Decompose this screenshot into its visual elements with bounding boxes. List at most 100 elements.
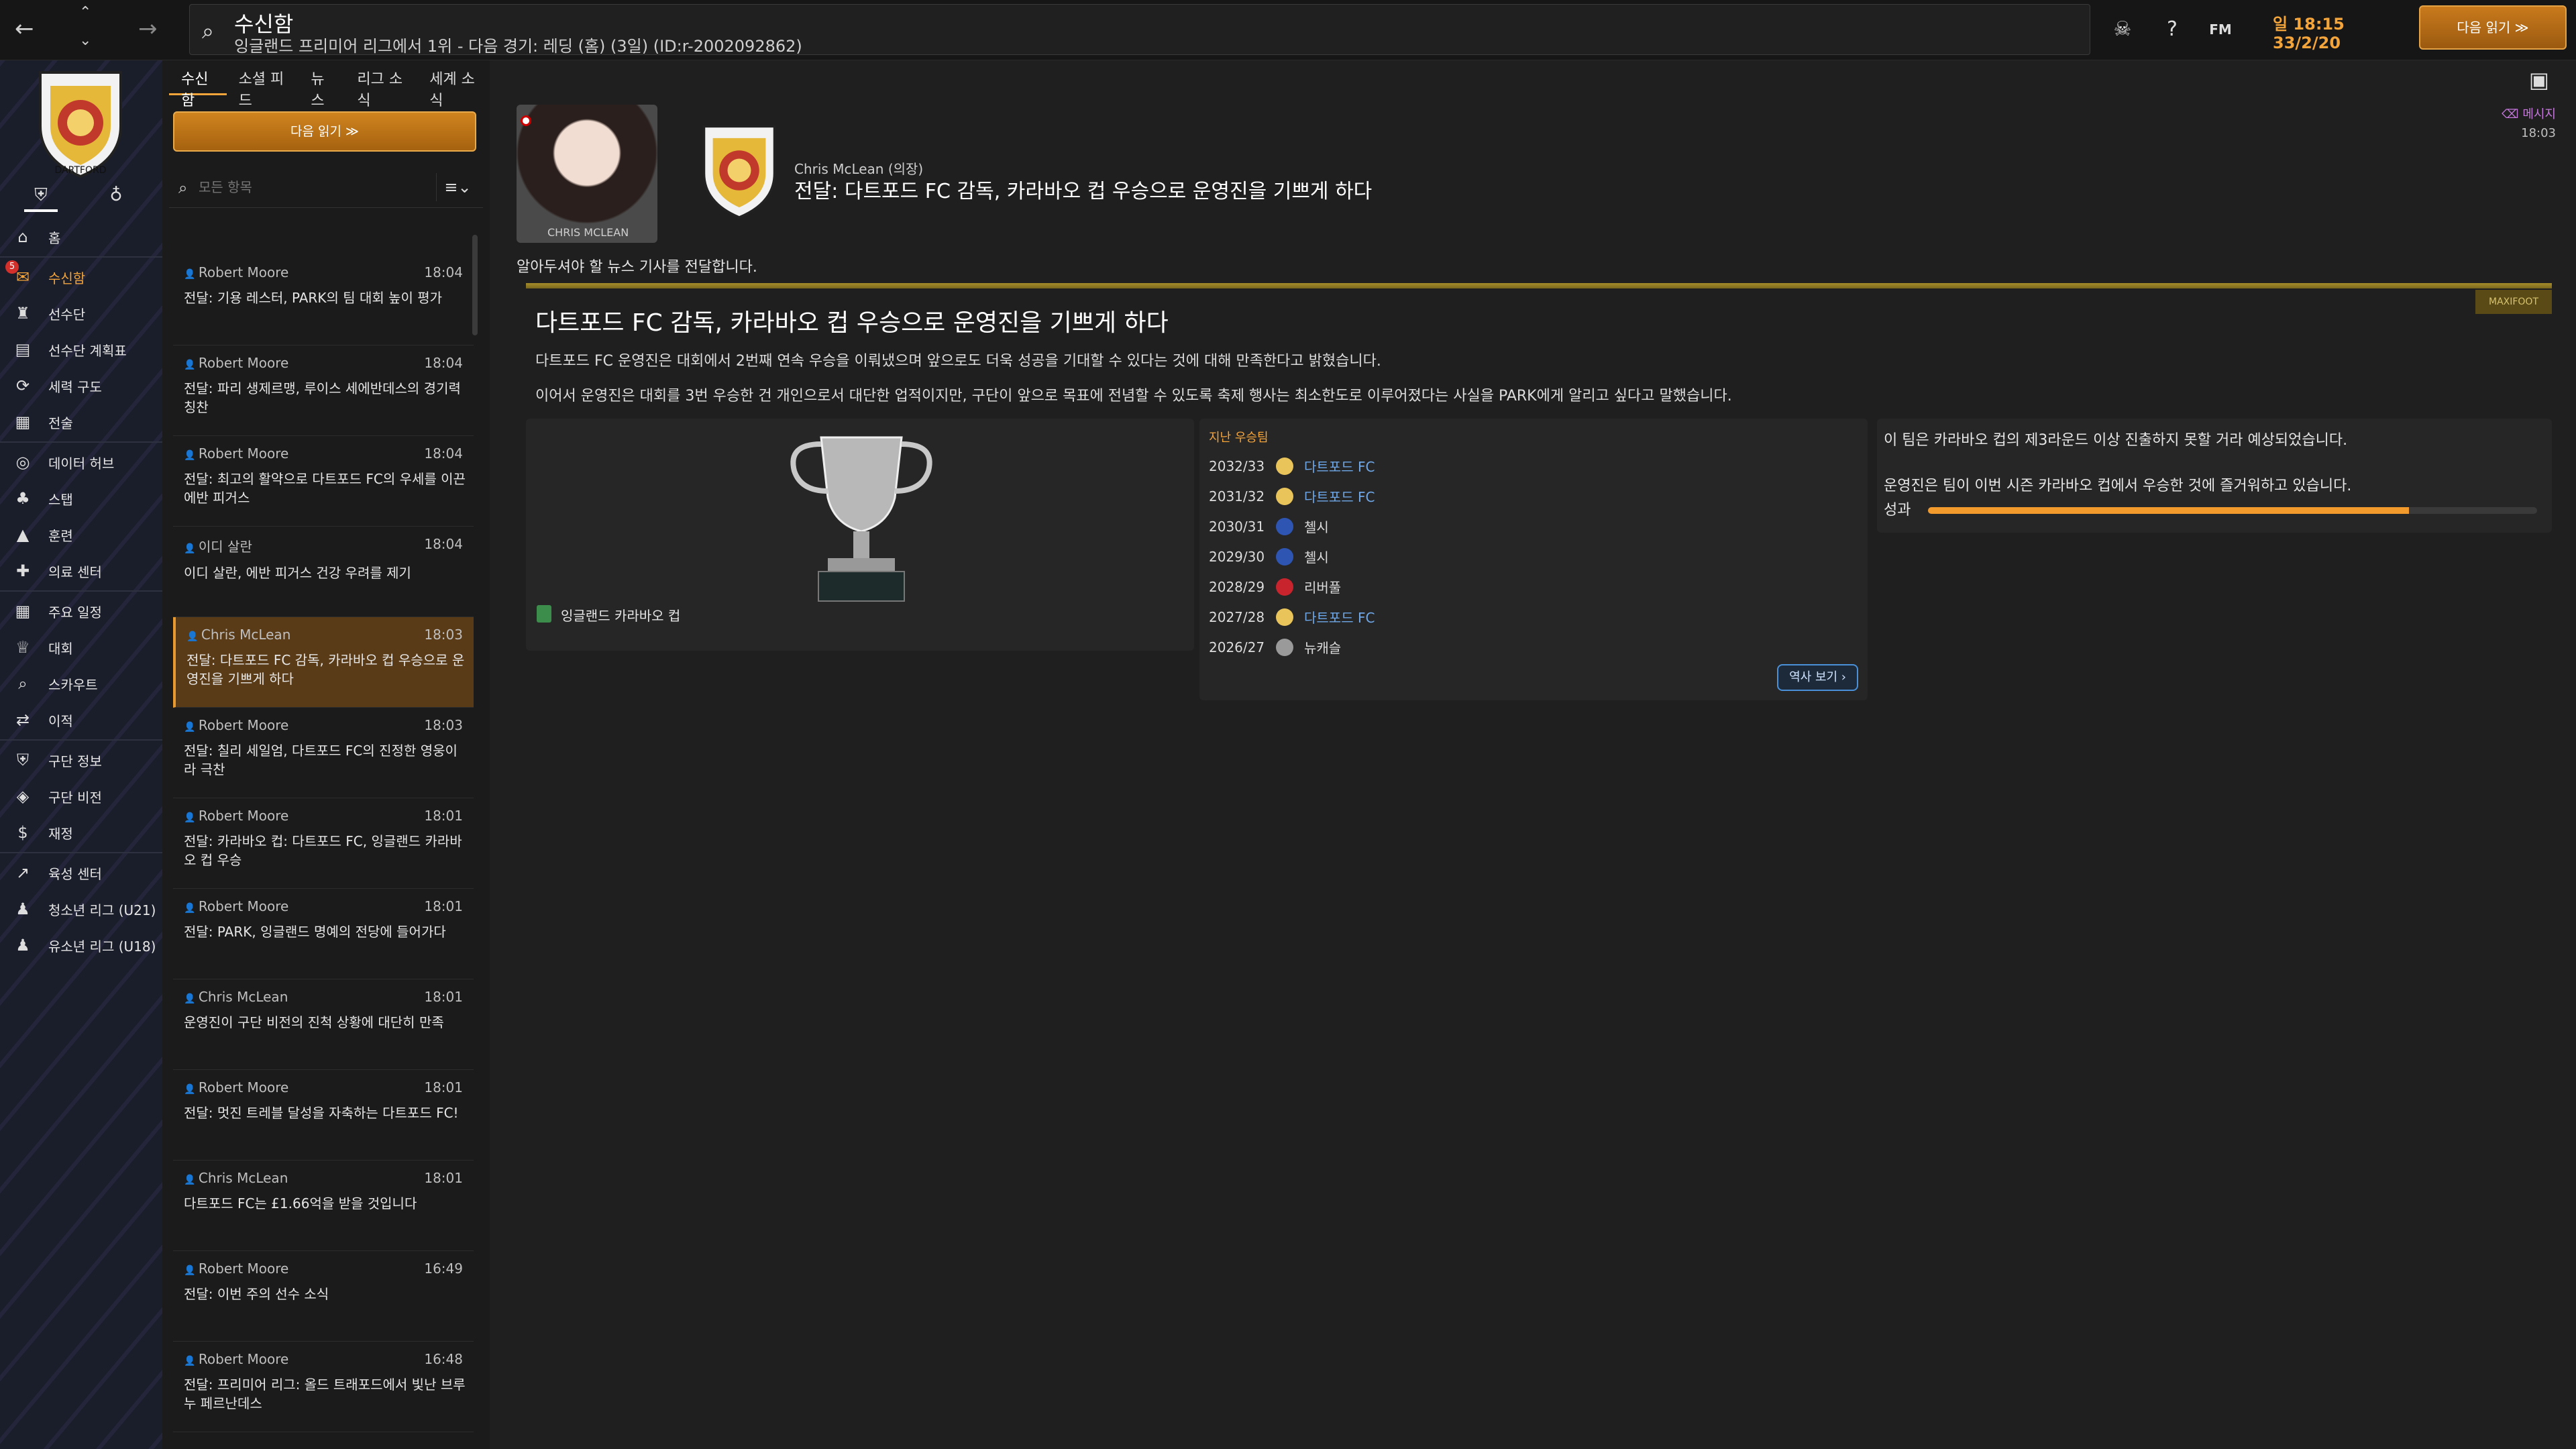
winner-club[interactable]: 다트포드 FC <box>1304 607 1375 627</box>
message-item[interactable]: Robert Moore18:01 전달: 카라바오 컵: 다트포드 FC, 잉글… <box>173 798 474 889</box>
sender-photo[interactable]: CHRIS MCLEAN <box>517 105 657 243</box>
winner-row: 2031/32 다트포드 FC <box>1209 481 1853 511</box>
message-item[interactable]: Robert Moore18:03 전달: 칠리 세일엄, 다트포드 FC의 진정… <box>173 708 474 798</box>
sidebar-tabs: ⛨ ♁ <box>0 181 162 217</box>
sidebar-item-data-hub[interactable]: ◎ 데이터 허브 <box>0 444 162 480</box>
tab-4[interactable]: 세계 소식 <box>417 60 490 109</box>
cup-name[interactable]: 잉글랜드 카라바오 컵 <box>561 605 680 625</box>
message-from: Robert Moore <box>184 808 466 824</box>
performance-label: 성과 <box>1884 502 1911 519</box>
scouting-icon: ⌕ <box>18 674 28 693</box>
message-item[interactable]: Robert Moore18:04 전달: 파리 생제르맹, 루이스 세에반데스의… <box>173 345 474 436</box>
sidebar-item-label: 홈 <box>48 229 61 246</box>
board-text: 운영진은 팀이 이번 시즌 카라바오 컵에서 우승한 것에 즐거워하고 있습니다… <box>1884 478 2352 494</box>
sidebar-item-u21[interactable]: ♟ 청소년 리그 (U21) <box>0 891 162 927</box>
message-item[interactable]: Chris McLean18:01 운영진이 구단 비전의 진척 상황에 대단히 … <box>173 979 474 1070</box>
sidebar-item-development[interactable]: ↗ 육성 센터 <box>0 855 162 891</box>
fm-menu-button[interactable]: FM <box>2206 15 2235 44</box>
continue-list-button[interactable]: 다음 읽기 ≫ <box>173 111 476 152</box>
message-item[interactable]: Robert Moore16:49 전달: 이번 주의 선수 소식 <box>173 1251 474 1342</box>
message-item[interactable]: Chris McLean18:03전달: 다트포드 FC 감독, 카라바오 컵 … <box>173 617 474 708</box>
sidebar-item-label: 선수단 계획표 <box>48 342 127 359</box>
sidebar-item-home[interactable]: ⌂ 홈 <box>0 219 162 255</box>
article-paragraph-1: 다트포드 FC 운영진은 대회에서 2번째 연속 우승을 이뤄냈으며 앞으로도 … <box>535 353 1381 370</box>
message-item[interactable]: Robert Moore18:01 전달: PARK, 잉글랜드 명예의 전당에 … <box>173 889 474 979</box>
message-time: 18:01 <box>424 808 463 824</box>
sidebar-item-scouting[interactable]: ⌕ 스카우트 <box>0 665 162 702</box>
tab-2[interactable]: 뉴스 <box>299 60 345 109</box>
development-icon: ↗ <box>15 863 30 882</box>
message-subject: 이디 살란, 에반 피거스 건강 우려를 제기 <box>184 565 411 581</box>
skull-icon[interactable]: ☠ <box>2108 15 2137 44</box>
winner-row: 2027/28 다트포드 FC <box>1209 602 1853 632</box>
club-crest[interactable]: DARTFORD <box>27 66 134 180</box>
winner-season: 2031/32 <box>1209 488 1265 504</box>
message-item[interactable]: Robert Moore18:04 전달: 기용 레스터, PARK의 팀 대회 … <box>173 255 474 345</box>
sidebar-menu: ⌂ 홈 ✉ 수신함 5 ♜ 선수단 ▤ 선수단 계획표 ⟳ 세력 구도 ▦ 전술 ◎ 데이터 허브 ♣ 스탭 ▲ 훈… <box>0 219 162 963</box>
sidebar-item-label: 육성 센터 <box>48 865 102 882</box>
message-item[interactable]: Robert Moore18:04 전달: 최고의 활약으로 다트포드 FC의 우… <box>173 436 474 527</box>
cup-card[interactable]: 잉글랜드 카라바오 컵 <box>526 419 1194 651</box>
sidebar-item-trophy[interactable]: ♕ 대회 <box>0 629 162 665</box>
performance-fill <box>1928 507 2410 514</box>
sidebar-item-club-info[interactable]: ⛨ 구단 정보 <box>0 742 162 778</box>
down-chevron-icon[interactable]: ⌄ <box>79 34 91 48</box>
sidebar-item-label: 주요 일정 <box>48 604 102 621</box>
dynamics-icon: ⟳ <box>15 376 30 395</box>
back-arrow-icon[interactable]: ← <box>15 17 34 40</box>
winner-club[interactable]: 다트포드 FC <box>1304 456 1375 476</box>
message-item[interactable]: 이디 살란18:04 이디 살란, 에반 피거스 건강 우려를 제기 <box>173 527 474 617</box>
tab-3[interactable]: 리그 소식 <box>345 60 417 109</box>
sidebar-item-tactics[interactable]: ▦ 전술 <box>0 404 162 440</box>
message-view: ▣ CHRIS MCLEAN Chris McLean (의장) 전달: 다트포… <box>498 60 2576 1449</box>
message-from: Robert Moore <box>184 1260 466 1277</box>
reply-link[interactable]: ⌫ 메시지 <box>2502 105 2556 122</box>
sidebar-item-finances[interactable]: $ 재정 <box>0 814 162 851</box>
sidebar-item-staff[interactable]: ♣ 스탭 <box>0 480 162 517</box>
winner-club[interactable]: 다트포드 FC <box>1304 486 1375 506</box>
sidebar-item-schedule[interactable]: ▦ 주요 일정 <box>0 593 162 629</box>
winners-title: 지난 우승팀 <box>1209 431 1269 445</box>
filter-input[interactable] <box>199 174 420 200</box>
filter-menu-icon[interactable]: ≡⌄ <box>436 173 479 201</box>
sidebar-item-inbox[interactable]: ✉ 수신함 5 <box>0 259 162 295</box>
sidebar-item-label: 수신함 <box>48 270 86 286</box>
sidebar-tab-manager[interactable]: ♁ <box>99 185 133 212</box>
list-scrollbar[interactable] <box>472 235 478 335</box>
forward-arrow-icon[interactable]: → <box>138 17 158 40</box>
help-icon[interactable]: ? <box>2157 15 2187 44</box>
up-chevron-icon[interactable]: ⌃ <box>79 5 91 20</box>
tab-1[interactable]: 소셜 피드 <box>227 60 299 109</box>
sidebar-item-training[interactable]: ▲ 훈련 <box>0 517 162 553</box>
current-time: 일 18:15 <box>2273 15 2345 34</box>
date-time[interactable]: 일 18:15 33/2/20 <box>2261 7 2395 54</box>
search-bar[interactable]: ⌕ 수신함 잉글랜드 프리미어 리그에서 1위 - 다음 경기: 레딩 (홈) … <box>189 4 2090 56</box>
sidebar-item-planner[interactable]: ▤ 선수단 계획표 <box>0 331 162 368</box>
menu-divider <box>0 739 162 741</box>
winner-club: 첼시 <box>1304 519 1329 535</box>
message-item[interactable]: Robert Moore16:48 전달: 프리미어 리그: 올드 트래포드에서 … <box>173 1342 474 1432</box>
continue-button[interactable]: 다음 읽기 ≫ <box>2419 5 2567 50</box>
history-button[interactable]: 역사 보기 › <box>1777 664 1858 691</box>
club-crest-icon <box>1276 457 1293 475</box>
sidebar-item-u18[interactable]: ♟ 유소년 리그 (U18) <box>0 927 162 963</box>
sidebar-item-transfers[interactable]: ⇄ 이적 <box>0 702 162 738</box>
tab-0[interactable]: 수신함 <box>169 60 227 109</box>
winner-season: 2027/28 <box>1209 608 1265 625</box>
message-from: Chris McLean <box>184 989 466 1005</box>
sidebar-item-medical[interactable]: ✚ 의료 센터 <box>0 553 162 589</box>
message-from: Robert Moore <box>184 717 466 733</box>
sidebar-item-dynamics[interactable]: ⟳ 세력 구도 <box>0 368 162 404</box>
trophy-icon: ♕ <box>15 638 30 657</box>
sidebar-tab-club[interactable]: ⛨ <box>24 185 58 212</box>
sidebar-item-label: 의료 센터 <box>48 564 102 580</box>
message-item[interactable]: Robert Moore18:01 전달: 멋진 트레블 달성을 자축하는 다트포… <box>173 1070 474 1161</box>
layout-icon[interactable]: ▣ <box>2529 67 2549 93</box>
message-item[interactable]: Chris McLean18:01 다트포드 FC는 £1.66억을 받을 것입니… <box>173 1161 474 1251</box>
article-headline: 다트포드 FC 감독, 카라바오 컵 우승으로 운영진을 기쁘게 하다 <box>535 309 1169 337</box>
message-list: Robert Moore18:04전달: 기용 레스터, PARK의 팀 대회 … <box>173 255 474 1432</box>
sidebar-item-squad[interactable]: ♜ 선수단 <box>0 295 162 331</box>
sidebar-item-club-vision[interactable]: ◈ 구단 비전 <box>0 778 162 814</box>
sender-photo-caption: CHRIS MCLEAN <box>547 226 629 239</box>
club-crest[interactable] <box>692 119 786 221</box>
